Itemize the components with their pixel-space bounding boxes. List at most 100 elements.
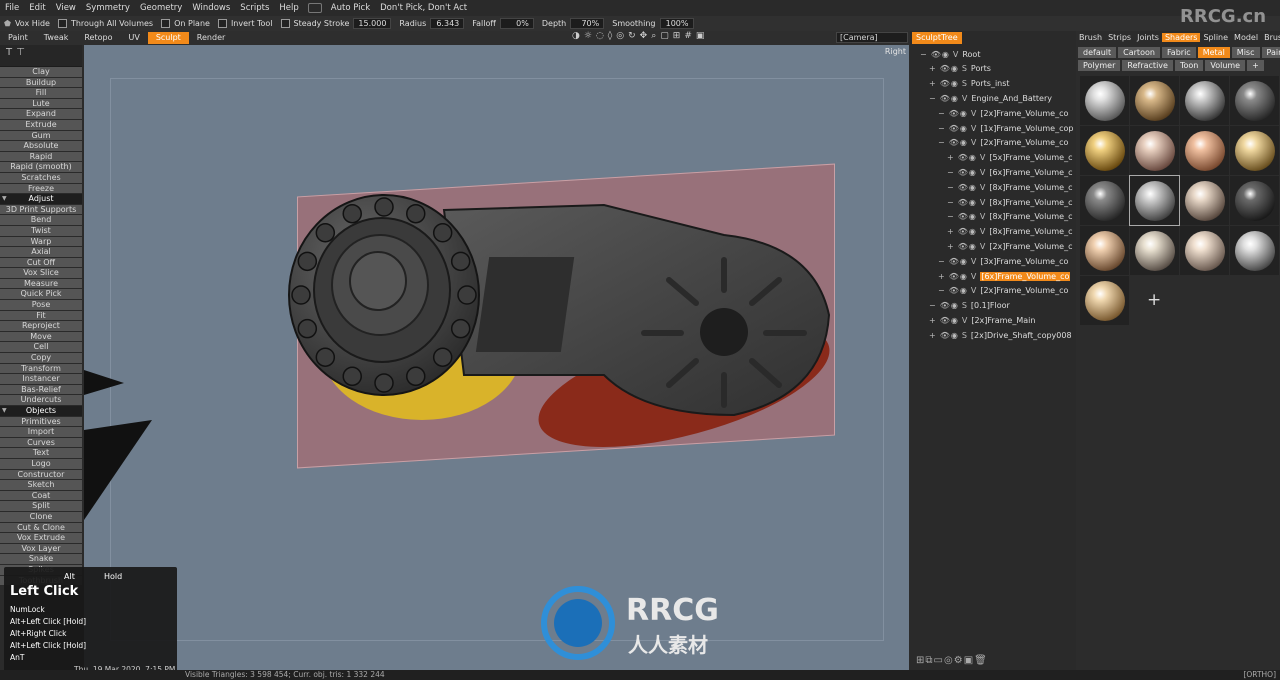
visibility-icon[interactable]: 👁◉ (940, 64, 959, 73)
shader-swatch[interactable] (1080, 226, 1129, 275)
expand-icon[interactable]: − (920, 50, 928, 59)
tool-reproject[interactable]: Reproject (0, 321, 82, 332)
falloff-option[interactable]: Falloff 0% (472, 18, 534, 29)
expand-icon[interactable]: − (947, 212, 955, 221)
expand-icon[interactable]: − (929, 94, 937, 103)
category-paint[interactable]: Paint (1261, 47, 1280, 58)
zoom-icon[interactable]: ⌕ (651, 31, 656, 41)
contrast-icon[interactable]: ◑ (572, 31, 580, 41)
steady-stroke-option[interactable]: Steady Stroke 15.000 (280, 18, 392, 29)
tool-transform[interactable]: Transform (0, 363, 82, 375)
visibility-icon[interactable]: 👁◉ (958, 183, 977, 192)
tree-node[interactable]: + 👁◉ S Ports_inst (929, 77, 1010, 91)
add-layer-icon[interactable]: ⊞ (916, 655, 925, 666)
tool-split[interactable]: Split (0, 501, 82, 512)
visibility-icon[interactable]: 👁◉ (958, 242, 977, 251)
tool-lute[interactable]: Lute (0, 98, 82, 110)
tree-node[interactable]: − 👁◉ V Engine_And_Battery (929, 91, 1052, 105)
shader-swatch[interactable] (1080, 276, 1129, 325)
copy-layer-icon[interactable]: ⧉ (925, 655, 933, 666)
rotate-icon[interactable]: ↻ (628, 31, 636, 41)
tool-pose[interactable]: Pose (0, 300, 82, 311)
tool-clay[interactable]: Clay (0, 67, 82, 78)
menu-don-t-pick-don-t-act[interactable]: Don't Pick, Don't Act (375, 3, 472, 13)
invert-tool-checkbox[interactable]: Invert Tool (217, 19, 273, 28)
tool-move[interactable]: Move (0, 331, 82, 343)
category-polymer[interactable]: Polymer (1078, 60, 1121, 71)
visibility-icon[interactable]: 👁◉ (958, 198, 977, 207)
tree-node[interactable]: + 👁◉ V [8x]Frame_Volume_c (947, 225, 1072, 239)
tool-text[interactable]: Text (0, 448, 82, 459)
expand-icon[interactable]: − (938, 286, 946, 295)
tree-node[interactable]: + 👁◉ S Ports (929, 62, 991, 76)
tool-absolute[interactable]: Absolute (0, 141, 82, 152)
grid-tool-icon[interactable]: ⊤ (16, 47, 25, 58)
tab-strips[interactable]: Strips (1105, 33, 1134, 42)
visibility-icon[interactable]: 👁◉ (958, 153, 977, 162)
tool-scratches[interactable]: Scratches (0, 172, 82, 184)
menu-symmetry[interactable]: Symmetry (81, 3, 135, 13)
tool-coat[interactable]: Coat (0, 490, 82, 502)
smoothing-option[interactable]: Smoothing 100% (612, 18, 694, 29)
tool-fill[interactable]: Fill (0, 88, 82, 99)
shader-swatch[interactable] (1180, 126, 1229, 175)
tree-node[interactable]: − 👁◉ V [3x]Frame_Volume_co (938, 254, 1068, 268)
menu-file[interactable]: File (0, 3, 24, 13)
tree-node[interactable]: + 👁◉ V [2x]Frame_Main (929, 313, 1035, 327)
tool-warp[interactable]: Warp (0, 236, 82, 248)
visibility-icon[interactable]: 👁◉ (958, 227, 977, 236)
add-shader-icon[interactable]: + (1147, 290, 1161, 310)
tool-gum[interactable]: Gum (0, 130, 82, 142)
expand-icon[interactable]: − (938, 124, 946, 133)
settings-icon[interactable]: ⚙ (954, 655, 964, 666)
tab-retopo[interactable]: Retopo (76, 32, 120, 44)
visibility-icon[interactable]: 👁◉ (940, 79, 959, 88)
light-icon[interactable]: ☼ (584, 31, 592, 41)
category-misc[interactable]: Misc (1231, 47, 1260, 58)
smoothing-field[interactable]: 100% (659, 18, 694, 29)
menu-help[interactable]: Help (274, 3, 303, 13)
tree-node[interactable]: − 👁◉ V [2x]Frame_Volume_co (938, 284, 1068, 298)
auto-pick-checkbox[interactable] (307, 3, 322, 13)
tool-undercuts[interactable]: Undercuts (0, 395, 82, 406)
tool-sketch[interactable]: Sketch (0, 480, 82, 491)
menu-auto-pick[interactable]: Auto Pick (326, 3, 375, 13)
section-objects[interactable]: ▼ Objects (0, 406, 82, 417)
tool-snake[interactable]: Snake (0, 554, 82, 565)
move-icon[interactable]: ✥ (640, 31, 648, 41)
tool-vox-extrude[interactable]: Vox Extrude (0, 533, 82, 544)
depth-field[interactable]: 70% (570, 18, 605, 29)
tool-3d-print-supports[interactable]: 3D Print Supports (0, 204, 82, 216)
tab-uv[interactable]: UV (120, 32, 147, 44)
category-cartoon[interactable]: Cartoon (1118, 47, 1160, 58)
visibility-icon[interactable]: 👁◉ (940, 94, 959, 103)
tool-axial[interactable]: Axial (0, 247, 82, 258)
on-plane-checkbox[interactable]: On Plane (161, 19, 210, 28)
visibility-icon[interactable]: 👁◉ (940, 331, 959, 340)
tool-primitives[interactable]: Primitives (0, 416, 82, 428)
tree-node[interactable]: − 👁◉ V [8x]Frame_Volume_c (947, 180, 1072, 194)
shader-swatch[interactable] (1180, 176, 1229, 225)
falloff-field[interactable]: 0% (499, 18, 534, 29)
tool-buildup[interactable]: Buildup (0, 77, 82, 89)
shader-swatch[interactable] (1230, 126, 1279, 175)
tree-node[interactable]: − 👁◉ V [8x]Frame_Volume_c (947, 195, 1072, 209)
text-tool-icon[interactable]: T (6, 47, 12, 58)
tab-shaders[interactable]: Shaders (1161, 33, 1201, 42)
shader-swatch[interactable] (1180, 226, 1229, 275)
shader-swatch[interactable] (1230, 226, 1279, 275)
category-toon[interactable]: Toon (1174, 60, 1204, 71)
category-default[interactable]: default (1078, 47, 1117, 58)
expand-icon[interactable]: + (929, 79, 937, 88)
visibility-icon[interactable]: 👁◉ (940, 316, 959, 325)
tool-fit[interactable]: Fit (0, 310, 82, 322)
tree-node[interactable]: − 👁◉ V [6x]Frame_Volume_c (947, 165, 1072, 179)
tool-import[interactable]: Import (0, 427, 82, 438)
tab-render[interactable]: Render (189, 32, 233, 44)
tool-measure[interactable]: Measure (0, 278, 82, 290)
tree-node[interactable]: − 👁◉ S [0.1]Floor (929, 299, 1010, 313)
tool-bend[interactable]: Bend (0, 215, 82, 226)
menu-windows[interactable]: Windows (187, 3, 235, 13)
tool-rapid-smooth[interactable]: Rapid (smooth) (0, 162, 82, 173)
expand-icon[interactable]: + (929, 331, 937, 340)
